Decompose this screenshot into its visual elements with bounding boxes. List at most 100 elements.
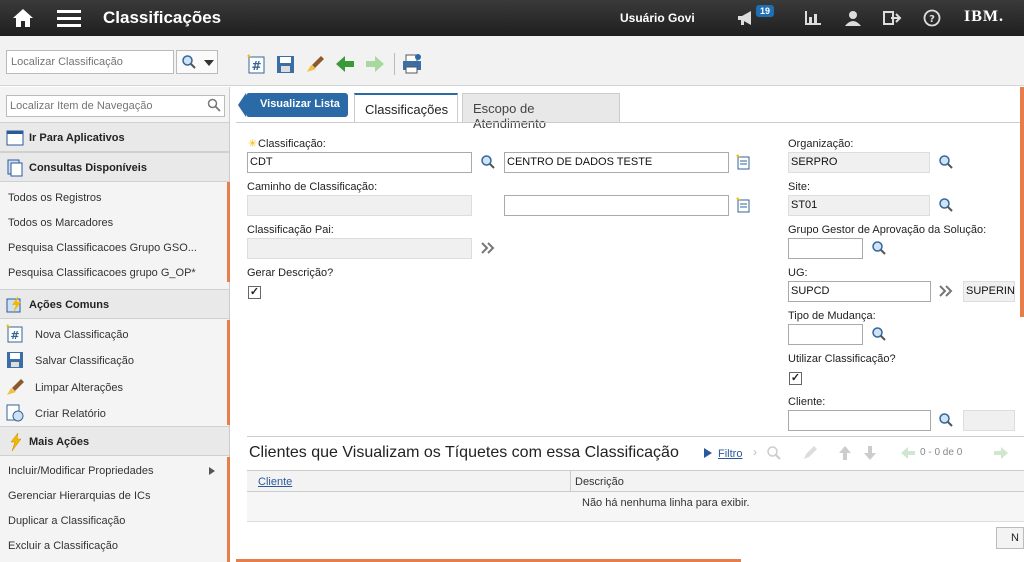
search-input[interactable] <box>6 50 174 74</box>
edit-icon[interactable] <box>802 445 818 461</box>
change-type-field[interactable] <box>788 324 863 345</box>
use-classification-label: Utilizar Classificação? <box>788 353 896 365</box>
arrow-down-icon[interactable] <box>863 445 877 461</box>
top-bar: Classificações Usuário Govi 19 ? IBM. <box>0 0 1024 36</box>
clear-changes-icon <box>7 379 24 395</box>
ug-description-field: SUPERINT <box>963 281 1015 302</box>
empty-table-message: Não há nenhuma linha para exibir. <box>582 497 750 509</box>
app-title: Classificações <box>103 8 222 27</box>
long-description-icon[interactable] <box>736 197 752 213</box>
organization-field: SERPRO <box>788 152 930 173</box>
megaphone-icon[interactable] <box>736 9 756 27</box>
new-classification-action[interactable]: Nova Classificação <box>35 329 129 341</box>
actions-scroll-indicator[interactable] <box>227 320 230 425</box>
approval-group-label: Grupo Gestor de Aprovação da Solução: <box>788 224 987 236</box>
search-button[interactable] <box>176 50 218 74</box>
queries-scroll-indicator[interactable] <box>227 182 230 282</box>
ug-field[interactable]: SUPCD <box>788 281 931 302</box>
new-record-icon: # <box>6 324 23 343</box>
filter-link[interactable]: Filtro <box>718 448 742 460</box>
chevron-down-icon <box>204 60 214 66</box>
user-name[interactable]: Usuário Govi <box>620 11 695 25</box>
column-header-client[interactable]: Cliente <box>258 476 292 488</box>
arrow-up-icon[interactable] <box>838 445 852 461</box>
chevron-right-icon <box>209 467 215 475</box>
search-icon[interactable] <box>938 412 954 428</box>
tab-service-scope[interactable]: Escopo de Atendimento <box>462 93 620 131</box>
column-header-description: Descrição <box>575 476 624 488</box>
chart-icon[interactable] <box>803 9 823 27</box>
save-icon <box>7 352 23 368</box>
more-actions-label: Mais Ações <box>29 436 90 448</box>
clear-changes-icon[interactable] <box>304 53 326 75</box>
save-classification-action[interactable]: Salvar Classificação <box>35 355 134 367</box>
query-item[interactable]: Todos os Marcadores <box>8 217 113 229</box>
parent-classification-label: Classificação Pai: <box>247 224 334 236</box>
queries-header[interactable]: Consultas Disponíveis <box>0 152 229 182</box>
change-type-label: Tipo de Mudança: <box>788 310 876 322</box>
parent-classification-field <box>247 238 472 259</box>
query-item[interactable]: Todos os Registros <box>8 192 102 204</box>
generate-description-label: Gerar Descrição? <box>247 267 334 279</box>
svg-text:?: ? <box>929 14 935 25</box>
search-icon[interactable] <box>871 326 887 342</box>
search-icon[interactable] <box>871 240 887 256</box>
nav-search-input[interactable] <box>6 95 225 117</box>
more-action-item[interactable]: Incluir/Modificar Propriedades <box>8 465 154 477</box>
lightning-icon <box>10 433 22 451</box>
help-icon[interactable]: ? <box>922 9 942 27</box>
more-actions-header[interactable]: Mais Ações <box>0 426 229 456</box>
approval-group-field[interactable] <box>788 238 863 259</box>
more-actions-scroll-indicator[interactable] <box>227 457 230 562</box>
long-description-icon[interactable] <box>736 154 752 170</box>
print-icon[interactable] <box>401 53 423 75</box>
query-item[interactable]: Pesquisa Classificacoes Grupo GSO... <box>8 242 197 254</box>
classification-field[interactable]: CDT <box>247 152 472 173</box>
classification-description-field[interactable]: CENTRO DE DADOS TESTE <box>504 152 729 173</box>
common-actions-label: Ações Comuns <box>29 299 110 311</box>
client-description-field <box>963 410 1015 431</box>
site-label: Site: <box>788 181 811 193</box>
toolbar: # <box>0 36 1024 86</box>
home-icon[interactable] <box>12 8 34 28</box>
next-page-icon[interactable] <box>993 445 1009 461</box>
previous-record-icon[interactable] <box>334 53 356 75</box>
vertical-scroll-indicator[interactable] <box>1020 87 1024 317</box>
create-report-action[interactable]: Criar Relatório <box>35 408 106 420</box>
go-to-apps-label: Ir Para Aplicativos <box>29 132 125 144</box>
user-icon[interactable] <box>843 9 863 27</box>
toolbar-divider <box>394 53 395 75</box>
new-row-button[interactable]: N <box>996 527 1024 549</box>
logout-icon[interactable] <box>882 9 902 27</box>
search-icon[interactable] <box>207 98 221 112</box>
client-label: Cliente: <box>788 396 826 408</box>
site-field: ST01 <box>788 195 930 216</box>
new-record-icon[interactable]: # <box>246 53 268 75</box>
menu-icon[interactable] <box>57 8 81 28</box>
save-icon[interactable] <box>275 53 297 75</box>
previous-page-icon[interactable] <box>900 445 916 461</box>
more-action-item[interactable]: Duplicar a Classificação <box>8 515 125 527</box>
view-list-button[interactable]: Visualizar Lista <box>238 93 348 117</box>
double-chevron-right-icon[interactable] <box>938 283 954 299</box>
search-icon[interactable] <box>480 154 496 170</box>
search-icon[interactable] <box>938 154 954 170</box>
common-actions-header[interactable]: Ações Comuns <box>0 289 229 319</box>
generate-description-checkbox[interactable]: ✓ <box>248 286 261 299</box>
tab-classifications[interactable]: Classificações <box>354 93 458 123</box>
search-icon[interactable] <box>938 197 954 213</box>
client-field[interactable] <box>788 410 931 431</box>
report-icon <box>6 404 24 422</box>
search-icon[interactable] <box>766 445 782 461</box>
more-action-item[interactable]: Excluir a Classificação <box>8 540 118 552</box>
filter-arrow-icon <box>704 448 712 458</box>
query-item[interactable]: Pesquisa Classificacoes grupo G_OP* <box>8 267 196 279</box>
double-chevron-right-icon[interactable] <box>480 240 496 256</box>
next-record-icon[interactable] <box>364 53 386 75</box>
path-description-field[interactable] <box>504 195 729 216</box>
more-action-item[interactable]: Gerenciar Hierarquias de ICs <box>8 490 150 502</box>
clear-changes-action[interactable]: Limpar Alterações <box>35 382 123 394</box>
go-to-apps-header[interactable]: Ir Para Aplicativos <box>0 122 229 152</box>
use-classification-checkbox[interactable]: ✓ <box>789 372 802 385</box>
ibm-logo: IBM. <box>964 8 1004 25</box>
